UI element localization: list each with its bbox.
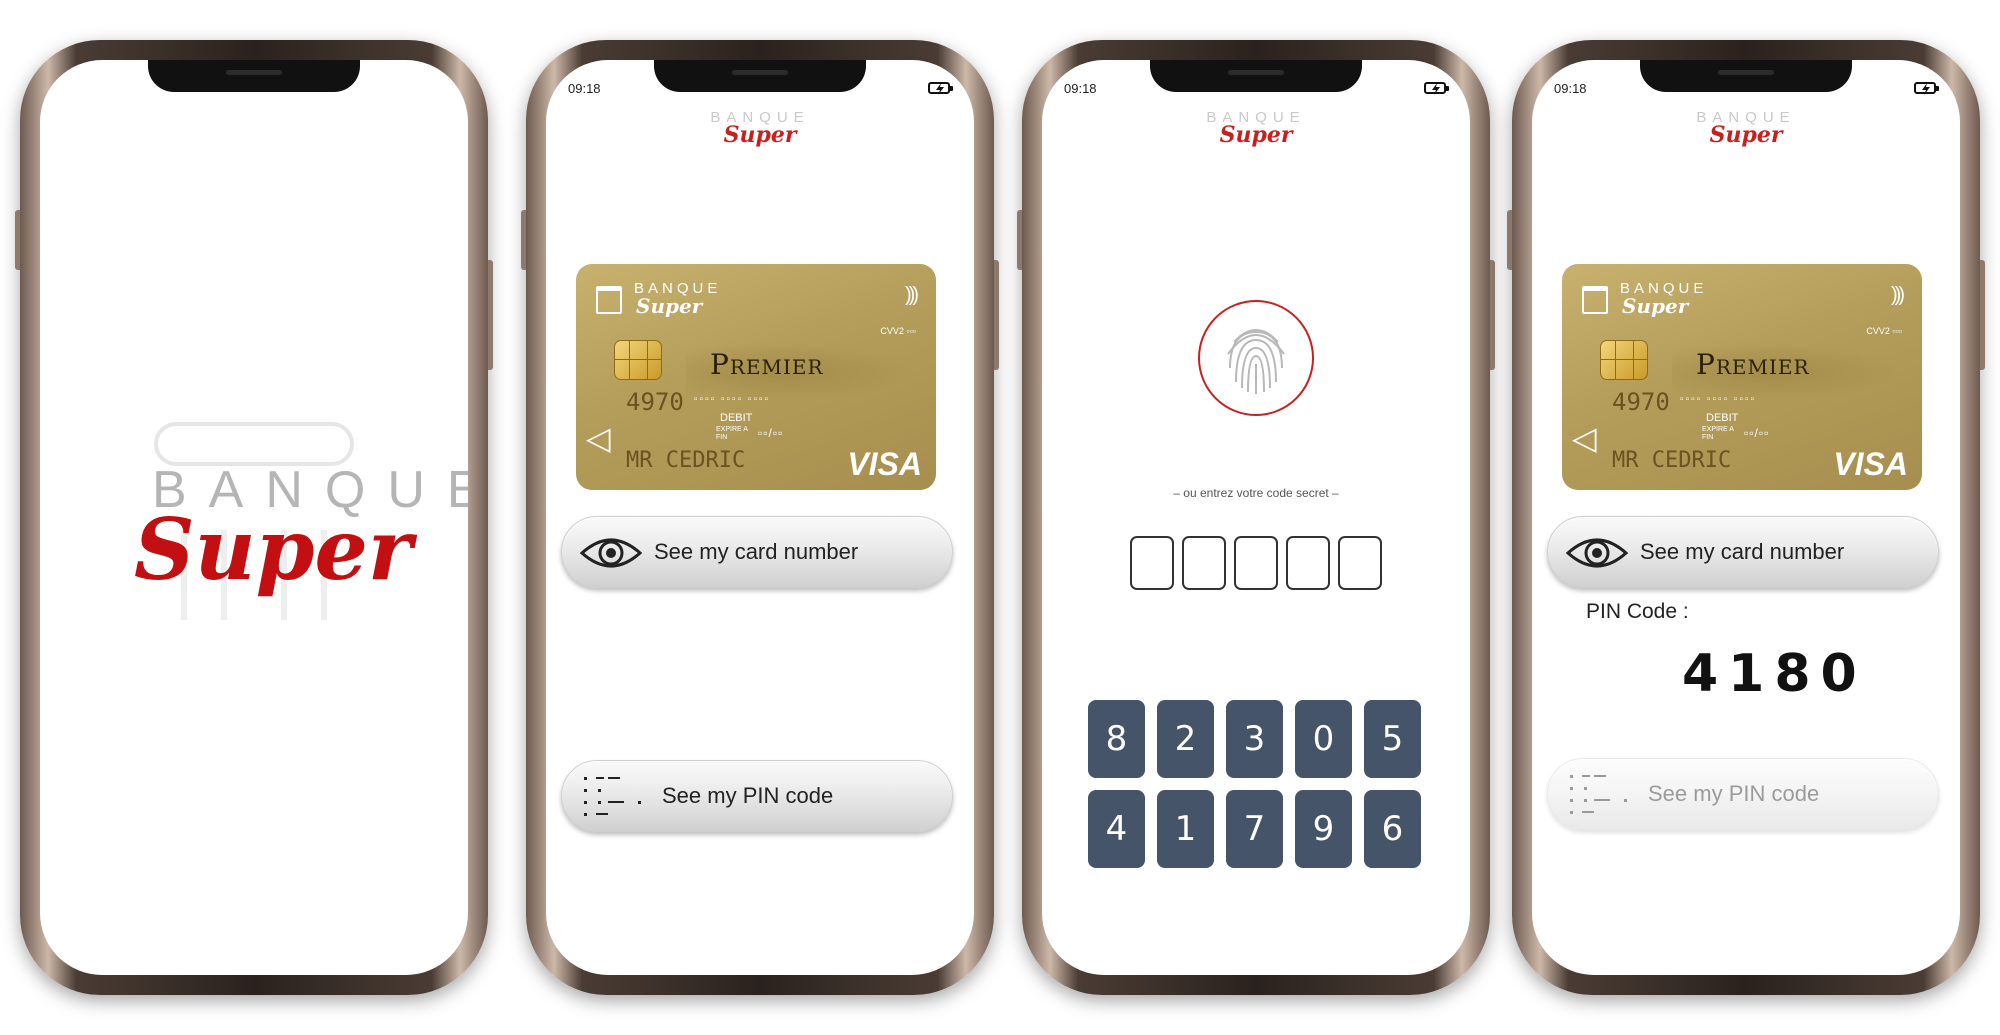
- screen: BANQUE Super: [40, 60, 468, 975]
- expire-label: EXPIRE A FIN: [716, 426, 748, 441]
- screen: 09:18 BANQUE Super BANQUE Super ))) CVV2…: [1532, 60, 1960, 975]
- fingerprint-icon[interactable]: [1198, 300, 1314, 416]
- card-number-masked: ▫▫▫▫ ▫▫▫▫ ▫▫▫▫: [694, 394, 771, 405]
- pin-label: PIN Code :: [1586, 600, 1689, 623]
- keypad-key[interactable]: 8: [1088, 700, 1145, 778]
- button-label: See my card number: [1640, 539, 1845, 564]
- logo-script: Super: [723, 122, 797, 148]
- contactless-icon: ))): [905, 284, 919, 306]
- phone-card: 09:18 BANQUE Super BANQUE Super ))) CVV2…: [521, 40, 999, 995]
- eye-icon: [580, 538, 642, 568]
- fingerprint-glyph: [1227, 329, 1285, 394]
- card-brand-script: Super: [636, 294, 703, 318]
- see-card-number-button[interactable]: See my card number: [561, 516, 953, 588]
- phone-pin: 09:18 BANQUE Super BANQUE Super ))) CVV2…: [1507, 40, 1985, 995]
- keypad-key[interactable]: 4: [1088, 790, 1145, 868]
- contactless-icon: ))): [1891, 284, 1905, 306]
- keypad-key[interactable]: 3: [1226, 700, 1283, 778]
- see-pin-code-button[interactable]: See my PIN code: [561, 760, 953, 832]
- logo-script: Super: [134, 500, 413, 599]
- code-input[interactable]: [1130, 536, 1382, 590]
- card-number-prefix: 4970: [626, 388, 684, 416]
- card-number-masked: ▫▫▫▫ ▫▫▫▫ ▫▫▫▫: [1680, 394, 1757, 405]
- see-pin-code-button[interactable]: See my PIN code: [1547, 758, 1939, 830]
- expire-label: EXPIRE A FIN: [1702, 426, 1734, 441]
- bank-card[interactable]: BANQUE Super ))) CVV2 ▫▫▫ Premier 4970 ▫…: [1562, 264, 1922, 490]
- code-digit-box[interactable]: [1338, 536, 1382, 590]
- visa-logo: VISA: [1833, 446, 1908, 482]
- pillar-icon: [1582, 286, 1608, 314]
- screen: 09:18 BANQUE Super BANQUE Super ))) CVV2…: [546, 60, 974, 975]
- phone-auth: 09:18 BANQUE Super – ou entrez votre cod…: [1017, 40, 1495, 995]
- keypad-key[interactable]: 6: [1364, 790, 1421, 868]
- notch: [1640, 60, 1852, 92]
- keypad: 8 2 3 0 5 4 1 7 9 6: [1088, 700, 1421, 868]
- screen: 09:18 BANQUE Super – ou entrez votre cod…: [1042, 60, 1470, 975]
- splash-logo: BANQUE Super: [134, 420, 468, 620]
- code-digit-box[interactable]: [1234, 536, 1278, 590]
- dotted-grid-icon: [584, 777, 641, 816]
- pin-value: 4180: [1682, 644, 1867, 704]
- dotted-grid-icon: [1570, 775, 1627, 814]
- battery-charging-icon: [1914, 82, 1939, 95]
- hint-text: – ou entrez votre code secret –: [1173, 486, 1339, 500]
- card-holder: MR CEDRIC: [626, 448, 746, 473]
- keypad-key[interactable]: 2: [1157, 700, 1214, 778]
- card-product: Premier: [710, 348, 824, 381]
- battery-charging-icon: [928, 82, 953, 95]
- header-logo: BANQUE Super: [1686, 110, 1806, 148]
- expire-value: ▫▫/▫▫: [1744, 426, 1770, 440]
- notch: [654, 60, 866, 92]
- logo-script: Super: [1219, 122, 1293, 148]
- keypad-key[interactable]: 0: [1295, 700, 1352, 778]
- pillar-icon: [596, 286, 622, 314]
- arrow-left-icon[interactable]: ◁: [1572, 422, 1597, 454]
- button-label: See my card number: [654, 539, 859, 564]
- bank-card[interactable]: BANQUE Super ))) CVV2 ▫▫▫ Premier 4970 ▫…: [576, 264, 936, 490]
- button-label: See my PIN code: [1648, 781, 1820, 806]
- see-card-number-button[interactable]: See my card number: [1547, 516, 1939, 588]
- card-brand-script: Super: [1622, 294, 1689, 318]
- keypad-key[interactable]: 5: [1364, 700, 1421, 778]
- code-digit-box[interactable]: [1182, 536, 1226, 590]
- logo-script: Super: [1709, 122, 1783, 148]
- status-time: 09:18: [568, 81, 601, 96]
- code-digit-box[interactable]: [1130, 536, 1174, 590]
- card-number-prefix: 4970: [1612, 388, 1670, 416]
- status-time: 09:18: [1554, 81, 1587, 96]
- notch: [148, 60, 360, 92]
- code-digit-box[interactable]: [1286, 536, 1330, 590]
- arrow-left-icon[interactable]: ◁: [586, 422, 611, 454]
- phone-splash: BANQUE Super: [15, 40, 493, 995]
- header-logo: BANQUE Super: [1196, 110, 1316, 148]
- expire-value: ▫▫/▫▫: [758, 426, 784, 440]
- notch: [1150, 60, 1362, 92]
- keypad-key[interactable]: 1: [1157, 790, 1214, 868]
- card-product: Premier: [1696, 348, 1810, 381]
- button-label: See my PIN code: [662, 783, 834, 808]
- battery-charging-icon: [1424, 82, 1449, 95]
- keypad-key[interactable]: 7: [1226, 790, 1283, 868]
- card-cvv: CVV2 ▫▫▫: [1866, 326, 1902, 336]
- card-type: DEBIT: [720, 412, 753, 424]
- keypad-key[interactable]: 9: [1295, 790, 1352, 868]
- status-time: 09:18: [1064, 81, 1097, 96]
- eye-icon: [1566, 538, 1628, 568]
- card-cvv: CVV2 ▫▫▫: [880, 326, 916, 336]
- visa-logo: VISA: [847, 446, 922, 482]
- card-type: DEBIT: [1706, 412, 1739, 424]
- header-logo: BANQUE Super: [700, 110, 820, 148]
- card-holder: MR CEDRIC: [1612, 448, 1732, 473]
- chip-icon: [614, 340, 662, 380]
- chip-icon: [1600, 340, 1648, 380]
